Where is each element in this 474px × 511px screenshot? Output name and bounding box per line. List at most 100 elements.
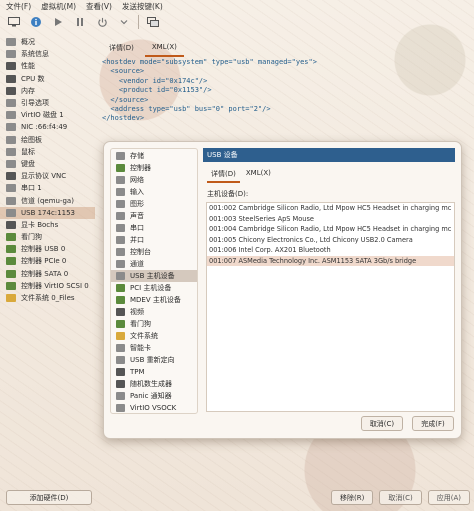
category-icon <box>116 164 125 172</box>
hardware-icon <box>6 257 16 266</box>
power-icon[interactable] <box>94 14 110 30</box>
menu-file[interactable]: 文件(F) <box>6 1 31 12</box>
sidebar-item[interactable]: 控制器 USB 0 <box>0 243 95 255</box>
sidebar-item[interactable]: 引导选项 <box>0 97 95 109</box>
category-label: Panic 通知器 <box>130 392 172 400</box>
category-item[interactable]: 随机数生成器 <box>111 378 197 390</box>
remove-button[interactable]: 移除(R) <box>331 490 374 505</box>
sidebar-item-label: 控制器 VirtIO SCSI 0 <box>21 281 89 290</box>
sidebar-item[interactable]: 控制器 VirtIO SCSI 0 <box>0 280 95 292</box>
hardware-icon <box>6 208 16 217</box>
device-row[interactable]: 001:004 Cambridge Silicon Radio, Ltd Mpo… <box>207 224 454 235</box>
sidebar-item-label: 显卡 Bochs <box>21 220 59 229</box>
sidebar-item-label: 绘图板 <box>21 135 42 144</box>
xml-line: <product id="0x1153"/> <box>102 86 212 95</box>
cancel-button[interactable]: 取消(C) <box>379 490 422 505</box>
device-row[interactable]: 001:002 Cambridge Silicon Radio, Ltd Mpo… <box>207 203 454 214</box>
dialog-tab-xml[interactable]: XML(X) <box>242 167 275 183</box>
sidebar-item[interactable]: 文件系统 0_Files <box>0 292 95 304</box>
sidebar-item[interactable]: VirtIO 磁盘 1 <box>0 109 95 121</box>
sidebar-item-label: 文件系统 0_Files <box>21 294 75 303</box>
hardware-icon <box>6 159 16 168</box>
category-item[interactable]: MDEV 主机设备 <box>111 294 197 306</box>
device-row[interactable]: 001:006 Intel Corp. AX201 Bluetooth <box>207 245 454 256</box>
category-item[interactable]: 控制台 <box>111 246 197 258</box>
sidebar-item[interactable]: 系统信息 <box>0 48 95 60</box>
category-item[interactable]: TPM <box>111 366 197 378</box>
sidebar-item[interactable]: 绘图板 <box>0 134 95 146</box>
dropdown-icon[interactable] <box>116 14 132 30</box>
category-item[interactable]: VirtIO VSOCK <box>111 402 197 413</box>
menu-view[interactable]: 查看(V) <box>86 1 112 12</box>
tab-details[interactable]: 详情(D) <box>102 41 141 57</box>
sidebar-item[interactable]: CPU 数 <box>0 73 95 85</box>
sidebar-item[interactable]: 控制器 PCIe 0 <box>0 255 95 267</box>
dialog-finish-button[interactable]: 完成(F) <box>412 416 454 431</box>
menu-send-key[interactable]: 发送按键(K) <box>122 1 163 12</box>
hardware-icon <box>6 233 16 242</box>
category-item[interactable]: PCI 主机设备 <box>111 282 197 294</box>
play-icon[interactable] <box>50 14 66 30</box>
xml-editor[interactable]: <hostdev mode="subsystem" type="usb" man… <box>102 58 472 138</box>
category-label: 看门狗 <box>130 320 151 328</box>
add-hardware-button[interactable]: 添加硬件(D) <box>6 490 92 505</box>
category-label: 图形 <box>130 200 144 208</box>
menu-vm[interactable]: 虚拟机(M) <box>41 1 76 12</box>
device-row[interactable]: 001:005 Chicony Electronics Co., Ltd Chi… <box>207 235 454 246</box>
category-item[interactable]: 看门狗 <box>111 318 197 330</box>
info-icon[interactable] <box>28 14 44 30</box>
category-item[interactable]: 通道 <box>111 258 197 270</box>
pause-icon[interactable] <box>72 14 88 30</box>
category-label: 控制器 <box>130 164 151 172</box>
category-icon <box>116 296 125 304</box>
category-icon <box>116 188 125 196</box>
sidebar-item[interactable]: 键盘 <box>0 158 95 170</box>
sidebar-item[interactable]: 显卡 Bochs <box>0 219 95 231</box>
category-label: 串口 <box>130 224 144 232</box>
category-icon <box>116 404 125 412</box>
category-item[interactable]: 图形 <box>111 198 197 210</box>
category-label: TPM <box>130 368 145 376</box>
sidebar-item[interactable]: NIC :66:f4:49 <box>0 121 95 133</box>
dialog-cancel-button[interactable]: 取消(C) <box>361 416 403 431</box>
category-item[interactable]: 存储 <box>111 150 197 162</box>
category-label: 通道 <box>130 260 144 268</box>
window-icon[interactable] <box>145 14 161 30</box>
category-item[interactable]: 声音 <box>111 210 197 222</box>
sidebar-item[interactable]: 显示协议 VNC <box>0 170 95 182</box>
sidebar-item[interactable]: 串口 1 <box>0 182 95 194</box>
sidebar-item[interactable]: 看门狗 <box>0 231 95 243</box>
device-row[interactable]: 001:007 ASMedia Technology Inc. ASM1153 … <box>207 255 454 266</box>
category-item[interactable]: 视频 <box>111 306 197 318</box>
category-item[interactable]: 智能卡 <box>111 342 197 354</box>
category-item[interactable]: 文件系统 <box>111 330 197 342</box>
category-item[interactable]: 并口 <box>111 234 197 246</box>
hardware-icon <box>6 245 16 254</box>
sidebar-item[interactable]: 性能 <box>0 60 95 72</box>
sidebar-item[interactable]: USB 174c:1153 <box>0 206 95 219</box>
category-item[interactable]: 控制器 <box>111 162 197 174</box>
category-item[interactable]: Panic 通知器 <box>111 390 197 402</box>
category-item[interactable]: USB 主机设备 <box>111 270 197 282</box>
category-icon <box>116 212 125 220</box>
toolbar-separator <box>138 15 139 29</box>
category-item[interactable]: USB 重新定向 <box>111 354 197 366</box>
sidebar-item[interactable]: 内存 <box>0 85 95 97</box>
device-row[interactable]: 001:003 SteelSeries ApS Mouse <box>207 214 454 225</box>
category-item[interactable]: 输入 <box>111 186 197 198</box>
tab-xml[interactable]: XML(X) <box>144 41 184 57</box>
hardware-icon <box>6 184 16 193</box>
sidebar-item[interactable]: 控制器 SATA 0 <box>0 268 95 280</box>
monitor-icon[interactable] <box>6 14 22 30</box>
apply-button[interactable]: 应用(A) <box>427 490 470 505</box>
dialog-tab-details[interactable]: 详情(D) <box>207 167 240 183</box>
category-item[interactable]: 网络 <box>111 174 197 186</box>
sidebar-item[interactable]: 信道 (qemu-ga) <box>0 194 95 206</box>
panel-header: USB 设备 <box>203 148 455 162</box>
sidebar-item[interactable]: 鼠标 <box>0 146 95 158</box>
sidebar-item-label: 串口 1 <box>21 184 42 193</box>
category-item[interactable]: 串口 <box>111 222 197 234</box>
sidebar-item[interactable]: 概况 <box>0 36 95 48</box>
category-label: MDEV 主机设备 <box>130 296 181 304</box>
sidebar-item-label: CPU 数 <box>21 74 45 83</box>
